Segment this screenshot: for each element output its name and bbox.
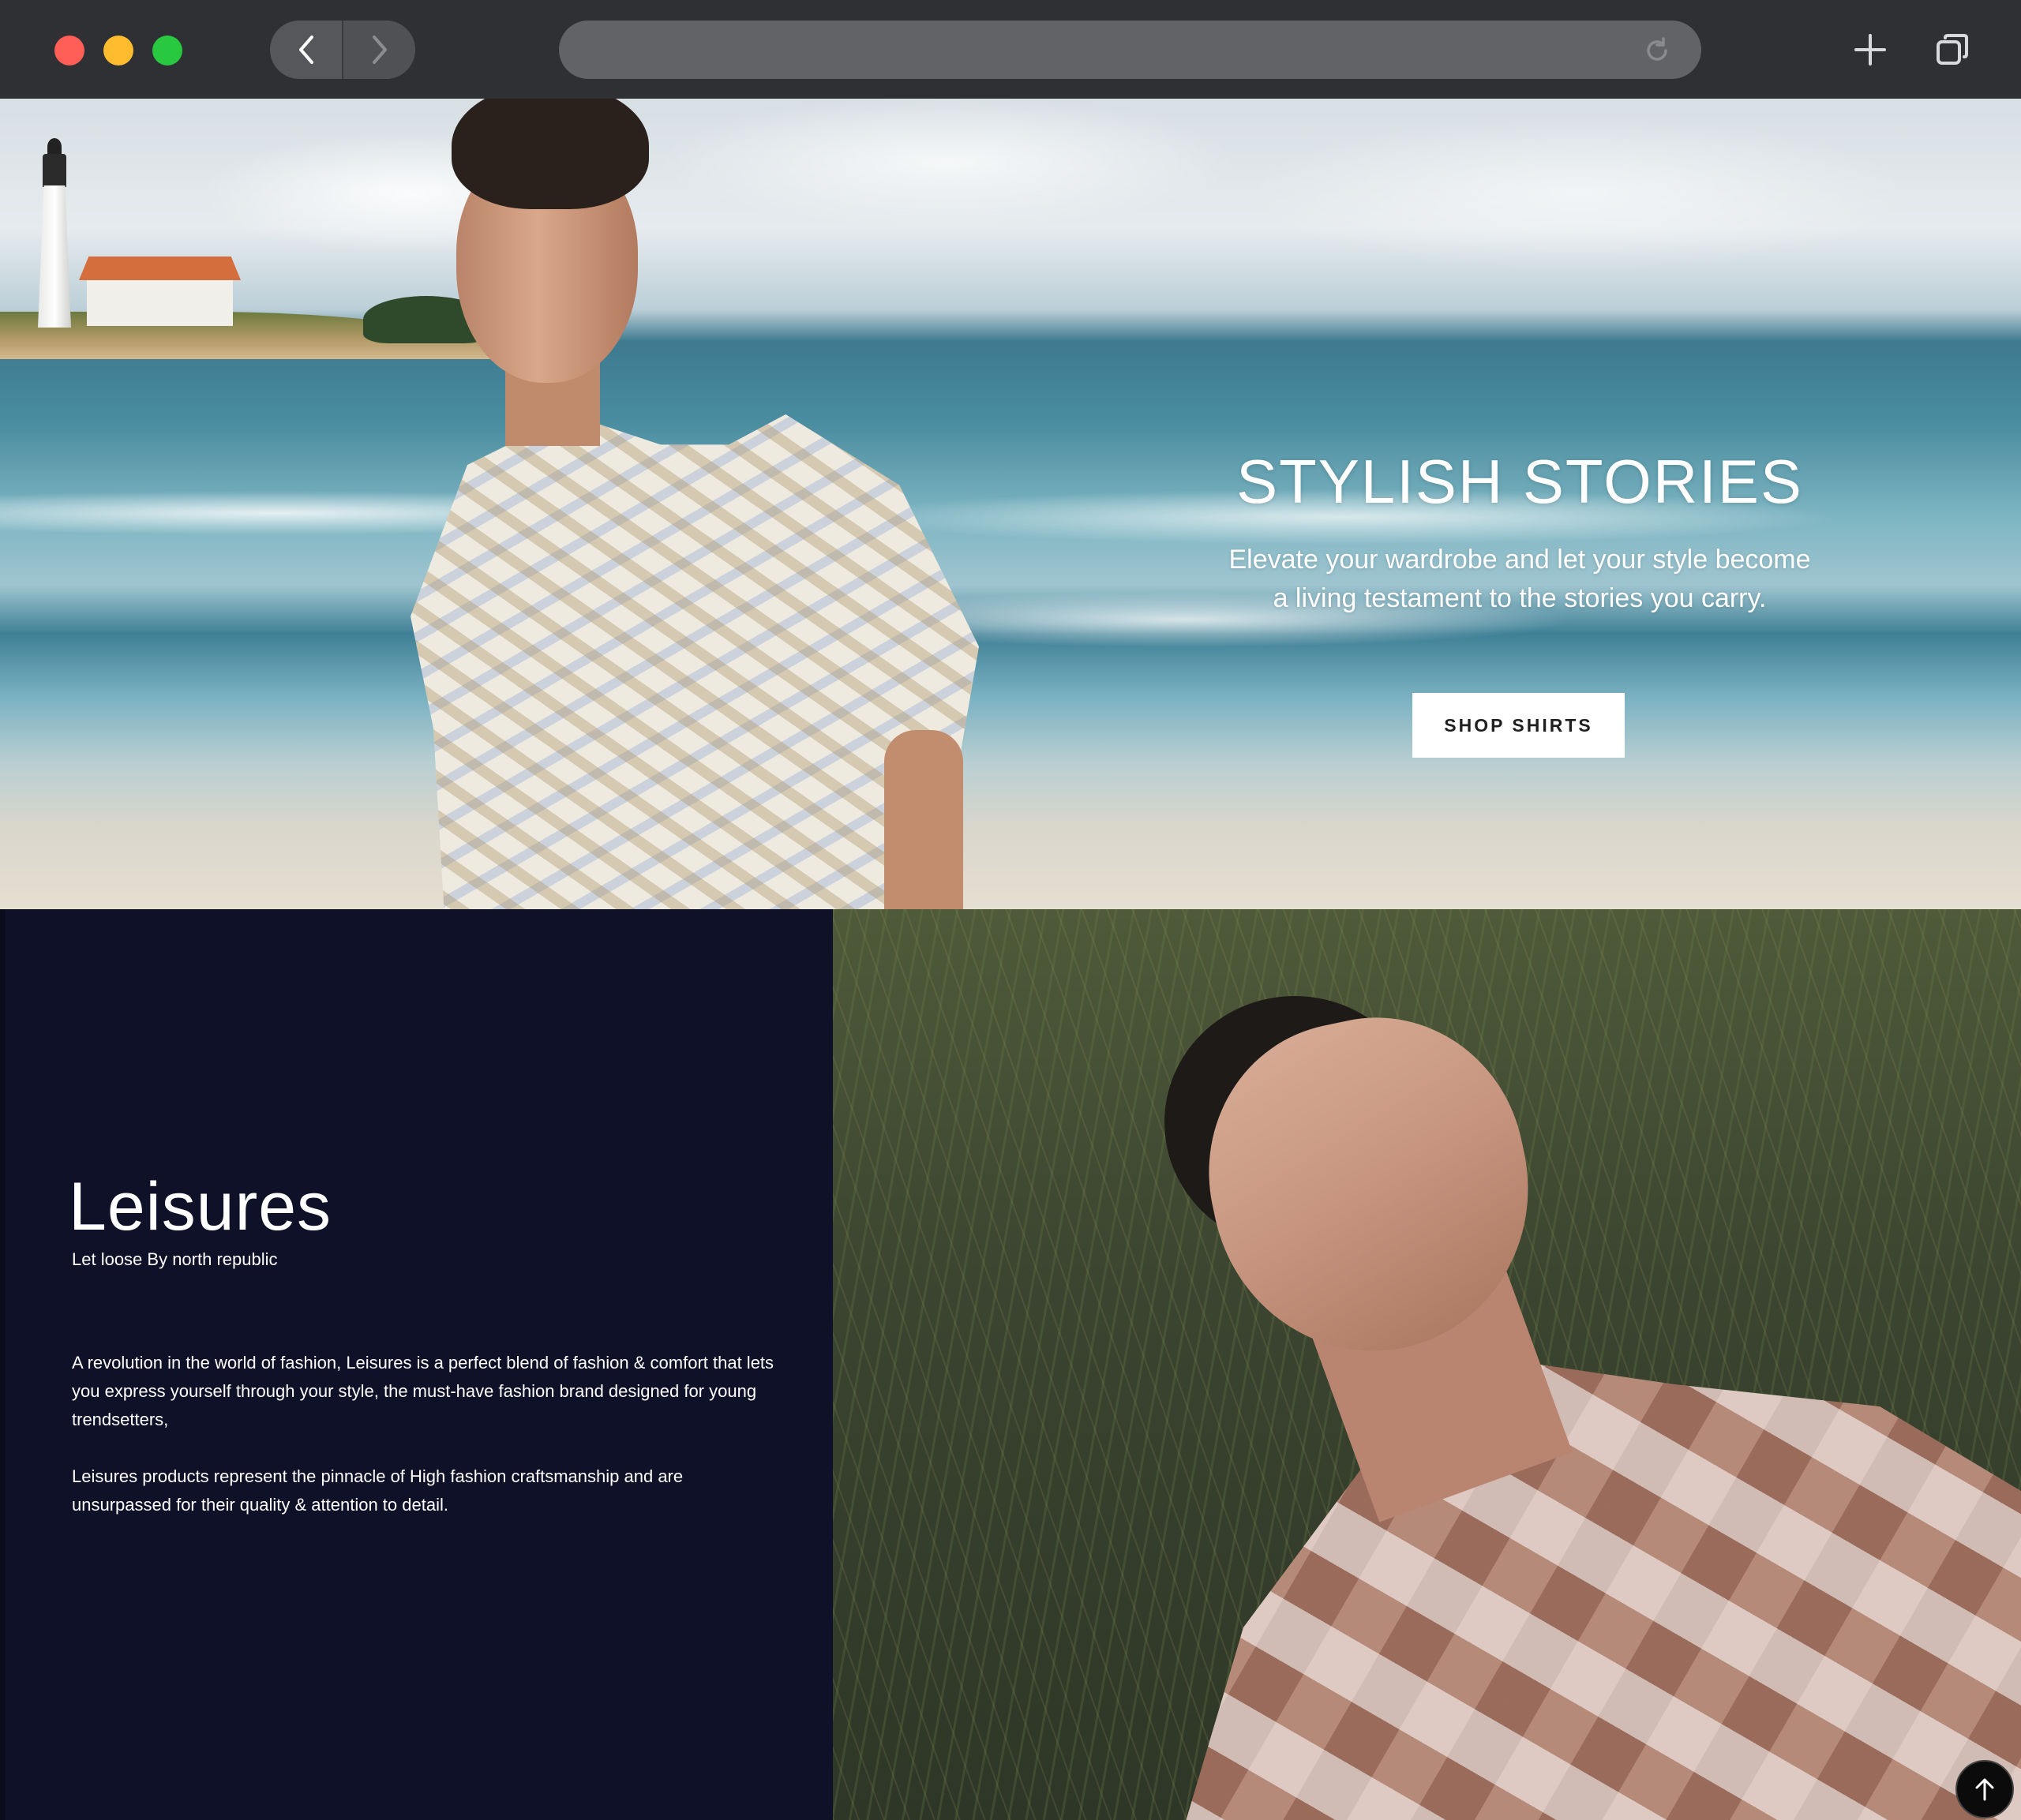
browser-window: STYLISH STORIES Elevate your wardrobe an… — [0, 0, 2021, 1820]
sky-clouds — [0, 99, 2021, 320]
navigation-buttons — [270, 21, 415, 79]
model-hair — [452, 99, 649, 209]
address-bar[interactable] — [559, 21, 1701, 79]
forward-button[interactable] — [343, 21, 415, 79]
forward-arrow-icon — [372, 36, 387, 64]
hero-subtitle-line2: a living testament to the stories you ca… — [1273, 583, 1767, 613]
hero-model-image — [395, 99, 995, 909]
back-button[interactable] — [270, 21, 342, 79]
shop-shirts-button[interactable]: SHOP SHIRTS — [1412, 693, 1625, 758]
leisures-model-image — [833, 909, 2021, 1820]
close-window-button[interactable] — [54, 36, 84, 66]
leisures-paragraph-1: A revolution in the world of fashion, Le… — [72, 1353, 774, 1429]
browser-toolbar — [0, 0, 2021, 99]
back-to-top-button[interactable] — [1955, 1760, 2014, 1818]
leisures-tagline: Let loose By north republic — [72, 1249, 278, 1269]
minimize-window-button[interactable] — [103, 36, 133, 66]
tabs-icon[interactable] — [1934, 32, 1970, 68]
leisures-paragraph-2: Leisures products represent the pinnacle… — [72, 1466, 684, 1515]
panel-edge — [0, 909, 6, 1820]
back-arrow-icon — [298, 36, 313, 64]
hero-subtitle: Elevate your wardrobe and let your style… — [1184, 541, 1855, 618]
plus-icon[interactable] — [1851, 31, 1889, 69]
leisures-title: Leisures — [69, 1169, 332, 1245]
hero-banner: STYLISH STORIES Elevate your wardrobe an… — [0, 99, 2021, 909]
hero-title: STYLISH STORIES — [1236, 447, 1803, 516]
cottage-image — [79, 257, 241, 326]
model-arm — [884, 730, 963, 909]
zoom-window-button[interactable] — [152, 36, 182, 66]
reload-icon[interactable] — [1643, 36, 1671, 65]
lighthouse-image — [32, 130, 77, 328]
arrow-up-icon — [1975, 1778, 1994, 1801]
hero-subtitle-line1: Elevate your wardrobe and let your style… — [1228, 545, 1811, 575]
